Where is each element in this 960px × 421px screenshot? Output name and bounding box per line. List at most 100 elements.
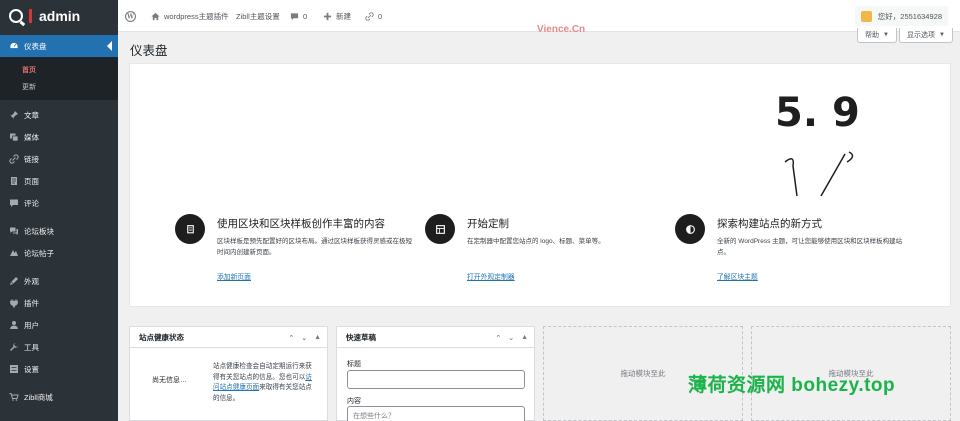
- forum-icon: [9, 226, 19, 236]
- move-down-icon[interactable]: ⌄: [508, 334, 514, 342]
- current-arrow-icon: [107, 41, 112, 51]
- sidebar-item-label: 页面: [24, 176, 39, 186]
- wordpress-menu[interactable]: W: [125, 0, 140, 32]
- account-menu[interactable]: 您好，2551634928: [854, 6, 948, 26]
- sidebar-item-forum-posts[interactable]: 论坛帖子: [0, 242, 118, 264]
- svg-text:W: W: [126, 13, 134, 20]
- avatar: [860, 10, 872, 22]
- watermark-text: 薄荷资源网 bohezy.top: [688, 375, 896, 396]
- title-label: 标题: [347, 361, 361, 368]
- sidebar-item-label: 插件: [24, 298, 39, 308]
- sidebar-item-label: 用户: [24, 320, 39, 330]
- submenu-updates[interactable]: 更新: [22, 82, 36, 92]
- links-menu[interactable]: 0: [365, 0, 382, 32]
- sidebar-item-dashboard[interactable]: 仪表盘: [0, 35, 118, 57]
- theme-settings-label: Zibll主题设置: [236, 11, 280, 21]
- submenu-home[interactable]: 首页: [22, 65, 36, 75]
- plus-icon: [323, 12, 332, 20]
- sidebar-item-zibll-shop[interactable]: Zibll商城: [0, 386, 118, 408]
- widget-header[interactable]: 快速草稿 ⌃ ⌄ ▲: [337, 327, 534, 348]
- welcome-column-title: 探索构建站点的新方式: [717, 218, 822, 230]
- page-title: 仪表盘: [130, 44, 168, 58]
- welcome-column-title: 开始定制: [467, 218, 509, 230]
- toggle-icon[interactable]: ▲: [521, 334, 528, 341]
- version-artwork: 5. 9: [775, 90, 860, 197]
- pin-icon: [9, 110, 19, 120]
- move-down-icon[interactable]: ⌄: [301, 334, 307, 342]
- shop-icon: [9, 392, 19, 402]
- quick-draft-widget: 快速草稿 ⌃ ⌄ ▲ 标题 内容 在想些什么？: [336, 326, 535, 421]
- sidebar-item-forum-boards[interactable]: 论坛板块: [0, 220, 118, 242]
- sidebar-item-label: 评论: [24, 198, 39, 208]
- comments-count: 0: [303, 11, 308, 21]
- site-health-desc: 站点健康检查会自动定期运行来获得有关您站点的信息。您也可以访问站点健康页面来取得…: [213, 362, 317, 404]
- settings-icon: [9, 364, 19, 374]
- new-content-link[interactable]: 新建: [323, 0, 351, 32]
- links-count: 0: [378, 11, 383, 21]
- content-label: 内容: [347, 398, 361, 405]
- title-input[interactable]: [347, 370, 525, 389]
- appearance-icon: [9, 276, 19, 286]
- sidebar-item-posts[interactable]: 文章: [0, 104, 118, 126]
- caret-down-icon: ▼: [883, 32, 889, 38]
- widget-header[interactable]: 站点健康状态 ⌃ ⌄ ▲: [130, 327, 327, 348]
- site-name-link[interactable]: wordpress主题插件: [151, 0, 229, 32]
- help-button[interactable]: 帮助 ▼: [857, 28, 897, 43]
- sidebar-item-pages[interactable]: 页面: [0, 170, 118, 192]
- link-icon: [9, 154, 19, 164]
- link-icon: [365, 11, 374, 21]
- screen-options-label: 显示选项: [907, 32, 935, 39]
- sidebar-item-appearance[interactable]: 外观: [0, 270, 118, 292]
- sidebar-item-label: Zibll商城: [24, 392, 53, 402]
- sidebar-item-label: 外观: [24, 276, 39, 286]
- sidebar-item-label: 媒体: [24, 132, 39, 142]
- widget-title: 快速草稿: [346, 332, 376, 342]
- welcome-column-desc: 区块样板是预先配置好的区块布局。通过区块样板获得灵感或在极短时间内创建新页面。: [217, 238, 412, 256]
- sidebar-item-label: 论坛板块: [24, 226, 54, 236]
- help-label: 帮助: [865, 32, 879, 39]
- user-icon: [9, 320, 19, 330]
- welcome-panel: 5. 9 使用区块和区块样板创作丰富的内容 区块样板是预先配置好的区块布局。通过…: [129, 63, 951, 307]
- sidebar-item-label: 链接: [24, 154, 39, 164]
- welcome-column-link[interactable]: 了解区块主题: [717, 271, 758, 281]
- sidebar-item-media[interactable]: 媒体: [0, 126, 118, 148]
- sidebar-item-label: 工具: [24, 342, 39, 352]
- new-label: 新建: [336, 11, 351, 21]
- welcome-column-link[interactable]: 打开外观定制器: [467, 271, 515, 281]
- comment-icon: [290, 12, 299, 20]
- welcome-column-desc: 全新的 WordPress 主题，可让您能够使用区块和区块样板构建站点。: [717, 238, 903, 256]
- no-info-text: 尚无信息…: [152, 377, 187, 384]
- comments-link[interactable]: 0: [290, 0, 307, 32]
- site-health-widget: 站点健康状态 ⌃ ⌄ ▲ 尚无信息… 站点健康检查会自动定期运行来获得有关您站点…: [129, 326, 328, 421]
- sidebar-item-label: 仪表盘: [24, 41, 47, 51]
- media-icon: [9, 132, 19, 142]
- sidebar-item-links[interactable]: 链接: [0, 148, 118, 170]
- logo-text: admin: [39, 8, 81, 24]
- sidebar-item-settings[interactable]: 设置: [0, 358, 118, 380]
- toggle-icon[interactable]: ▲: [314, 334, 321, 341]
- content-textarea[interactable]: 在想些什么？: [347, 406, 525, 421]
- admin-logo[interactable]: admin: [0, 0, 118, 32]
- move-up-icon[interactable]: ⌃: [288, 334, 294, 342]
- sidebar-item-plugins[interactable]: 插件: [0, 292, 118, 314]
- sidebar-item-comments[interactable]: 评论: [0, 192, 118, 214]
- dashboard-submenu: 首页 更新: [0, 54, 118, 100]
- sidebar-item-users[interactable]: 用户: [0, 314, 118, 336]
- welcome-column-link[interactable]: 添加新页面: [217, 271, 251, 281]
- sidebar-item-label: 文章: [24, 110, 39, 120]
- watermark-text: Vience.Cn: [537, 24, 586, 35]
- page-icon: [9, 176, 19, 186]
- comment-icon: [9, 198, 19, 208]
- move-up-icon[interactable]: ⌃: [495, 334, 501, 342]
- theme-settings-link[interactable]: Zibll主题设置: [236, 0, 280, 32]
- dashboard-icon: [9, 41, 19, 51]
- halfcircle-icon: [675, 214, 705, 244]
- screen-options-button[interactable]: 显示选项 ▼: [899, 28, 953, 43]
- sidebar-item-tools[interactable]: 工具: [0, 336, 118, 358]
- sidebar-item-label: 论坛帖子: [24, 248, 54, 258]
- site-health-desc-text: 站点健康检查会自动定期运行来获得有关您站点的信息。您也可以: [213, 363, 312, 381]
- layout-icon: [425, 214, 455, 244]
- tools-icon: [9, 342, 19, 352]
- sidebar-item-label: 设置: [24, 364, 39, 374]
- version-number: 5. 9: [775, 90, 860, 136]
